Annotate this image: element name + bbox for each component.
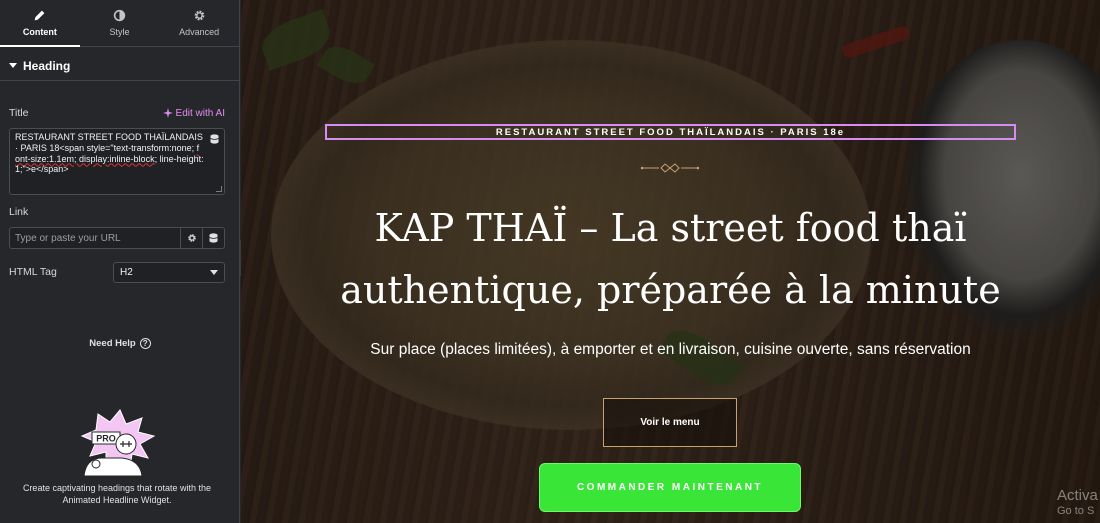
pencil-icon: [34, 10, 45, 21]
main-heading-line1: KAP THAÏ – La street food thaï: [374, 206, 967, 250]
tab-advanced-label: Advanced: [179, 27, 220, 37]
link-dynamic-button[interactable]: [202, 227, 225, 249]
section-heading-toggle[interactable]: Heading: [0, 51, 239, 81]
view-menu-button[interactable]: Voir le menu: [603, 398, 737, 447]
need-help-link[interactable]: Need Help ?: [0, 338, 240, 349]
chevron-down-icon: [210, 270, 218, 275]
watermark-line1: Activa: [1057, 487, 1098, 504]
title-row: Title Edit with AI: [0, 107, 240, 119]
title-label: Title: [9, 107, 29, 119]
order-now-button[interactable]: COMMANDER MAINTENANT: [539, 463, 801, 512]
eyebrow-heading[interactable]: RESTAURANT STREET FOOD THAÏLANDAIS · PAR…: [325, 124, 1016, 140]
link-options-button[interactable]: [180, 227, 203, 249]
subtitle: Sur place (places limitées), à emporter …: [370, 341, 971, 358]
tab-style[interactable]: Style: [80, 0, 160, 46]
gear-icon: [194, 10, 205, 21]
title-value-part1: RESTAURANT STREET FOOD THAÏLANDAIS · PAR…: [15, 132, 203, 153]
title-textarea[interactable]: RESTAURANT STREET FOOD THAÏLANDAIS · PAR…: [9, 128, 225, 195]
tab-content-label: Content: [22, 27, 57, 37]
link-label: Link: [9, 206, 29, 218]
tab-advanced[interactable]: Advanced: [159, 0, 239, 46]
promo-illustration: PRO: [80, 409, 156, 476]
dynamic-tags-button[interactable]: [208, 133, 220, 145]
tab-content[interactable]: Content: [0, 0, 80, 47]
activation-watermark: Activa Go to S: [1057, 487, 1098, 518]
watermark-line2: Go to S: [1057, 505, 1095, 517]
tab-style-label: Style: [109, 27, 130, 37]
database-icon: [209, 134, 219, 144]
section-heading-label: Heading: [23, 58, 71, 73]
link-row: Link: [0, 206, 240, 218]
sparkle-icon: [162, 108, 173, 118]
need-help-label: Need Help: [89, 338, 136, 349]
edit-with-ai-label: Edit with AI: [175, 107, 225, 119]
html-tag-label: HTML Tag: [9, 266, 57, 278]
html-tag-row: HTML Tag: [0, 266, 110, 278]
promo-badge: PRO: [96, 434, 116, 444]
main-heading: KAP THAÏ – La street food thaï authentiq…: [241, 197, 1100, 321]
html-tag-select[interactable]: H2: [113, 262, 225, 283]
promo-text: Create captivating headings that rotate …: [22, 483, 212, 505]
ornament-divider-icon: [641, 163, 699, 173]
question-icon: ?: [139, 338, 151, 349]
page-preview: RESTAURANT STREET FOOD THAÏLANDAIS · PAR…: [241, 0, 1100, 523]
editor-panel: Content Style Advanced Heading Title Edi…: [0, 0, 240, 523]
database-icon: [209, 233, 218, 243]
html-tag-value: H2: [120, 267, 133, 278]
caret-down-icon: [9, 63, 17, 68]
panel-tabs: Content Style Advanced: [0, 0, 239, 47]
gear-icon: [187, 234, 196, 242]
resize-handle[interactable]: [216, 186, 222, 192]
half-circle-icon: [113, 9, 126, 22]
main-heading-line2: authentique, préparée à la minute: [340, 268, 1001, 312]
edit-with-ai-link[interactable]: Edit with AI: [162, 107, 225, 119]
link-url-input[interactable]: [9, 227, 181, 249]
